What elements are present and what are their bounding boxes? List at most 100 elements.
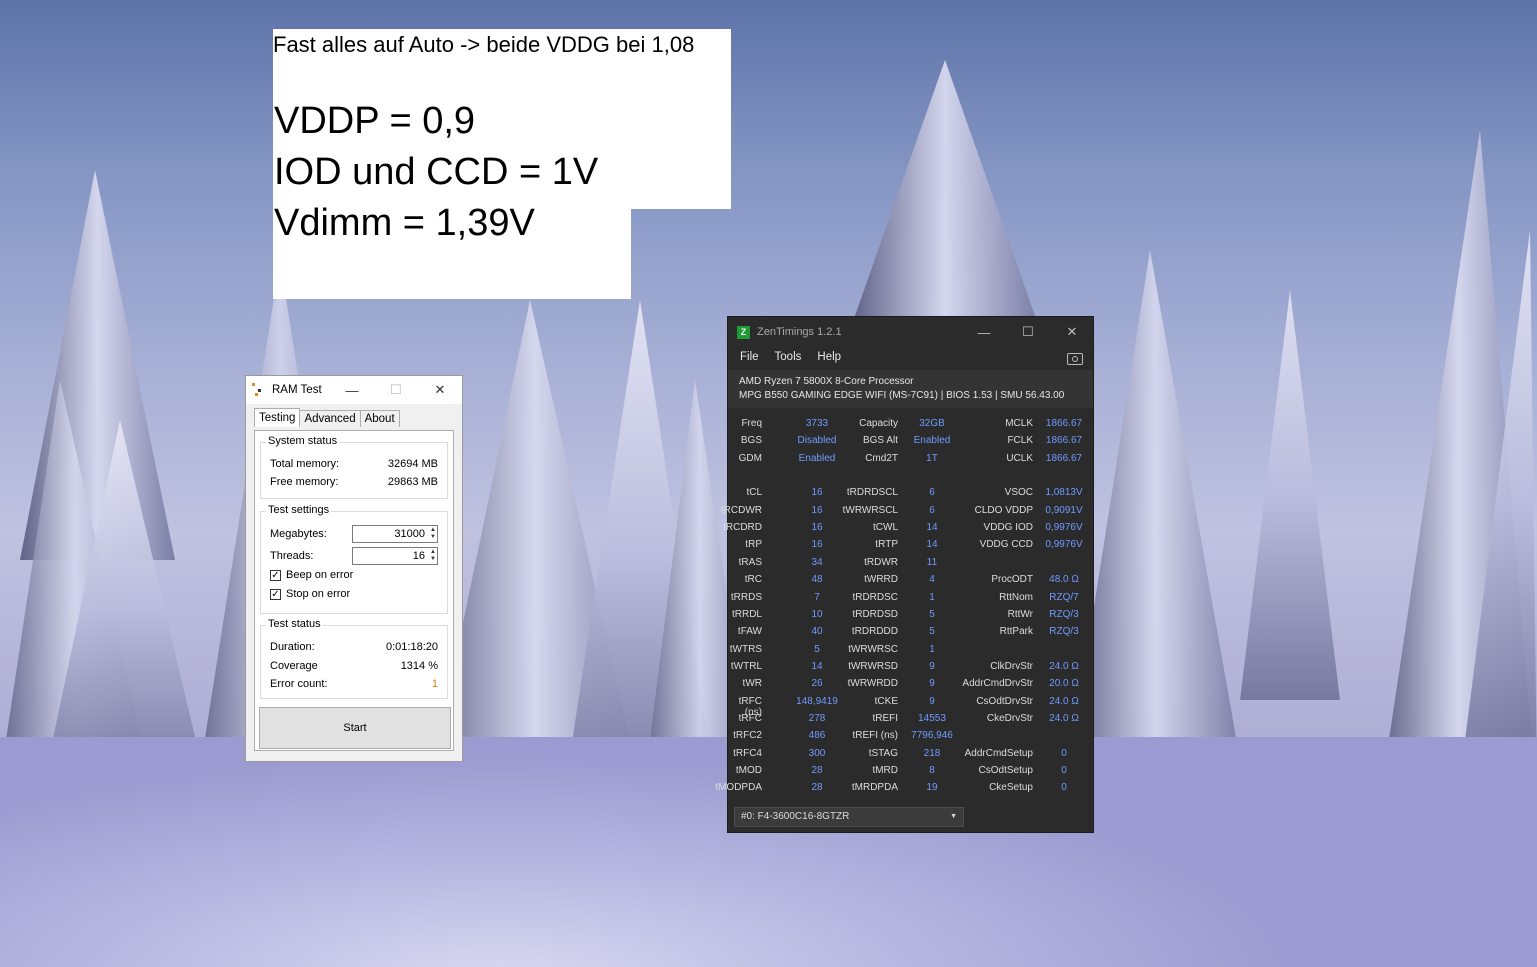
timing-value: 0 xyxy=(1061,765,1067,776)
timing-value: 10 xyxy=(811,609,823,620)
timing-label: tWRWRDD xyxy=(847,678,898,689)
memory-module-value: #0: F4-3600C16-8GTZR xyxy=(741,811,850,822)
menu-help[interactable]: Help xyxy=(817,351,841,363)
test-status-label: Test status xyxy=(266,618,323,630)
timing-value: 300 xyxy=(808,748,826,759)
tab-advanced[interactable]: Advanced xyxy=(299,410,361,427)
testing-panel: System status Total memory: 32694 MB Fre… xyxy=(254,430,454,751)
system-status-label: System status xyxy=(266,435,340,447)
error-count-label: Error count: xyxy=(270,678,328,690)
timing-label: tMODPDA xyxy=(715,782,762,793)
timing-label: BGS xyxy=(740,435,762,446)
timing-label: BGS Alt xyxy=(862,435,898,446)
memory-module-select[interactable]: #0: F4-3600C16-8GTZR ▼ xyxy=(734,807,964,827)
timing-value: 0,9091V xyxy=(1045,505,1083,516)
timing-label: AddrCmdSetup xyxy=(964,748,1033,759)
timing-label: tRDRDSD xyxy=(852,609,898,620)
maximize-button[interactable]: ☐ xyxy=(374,376,418,404)
duration-value: 0:01:18:20 xyxy=(386,641,438,653)
zentimings-logo-icon: Z xyxy=(737,325,750,339)
ramtest-titlebar[interactable]: RAM Test — ☐ ✕ xyxy=(246,376,462,404)
timing-value: 14 xyxy=(926,522,938,533)
start-button[interactable]: Start xyxy=(259,707,451,749)
timing-label: tWRWRSCL xyxy=(842,505,898,516)
timing-value: 34 xyxy=(811,557,823,568)
timing-value: 1 xyxy=(929,644,935,655)
timing-label: RttWr xyxy=(1007,609,1033,620)
timing-label: Capacity xyxy=(859,418,898,429)
timing-value: 9 xyxy=(929,696,935,707)
close-button[interactable]: ✕ xyxy=(418,376,462,404)
close-button[interactable]: ✕ xyxy=(1050,317,1094,347)
timing-label: Cmd2T xyxy=(865,453,898,464)
timing-label: RttPark xyxy=(999,626,1033,637)
timing-label: CsOdtSetup xyxy=(978,765,1033,776)
timing-label: AddrCmdDrvStr xyxy=(962,678,1033,689)
timing-value: 40 xyxy=(811,626,823,637)
timing-label: tRCDWR xyxy=(720,505,762,516)
ramtest-title: RAM Test xyxy=(272,384,322,396)
timing-value: 16 xyxy=(811,522,823,533)
minimize-button[interactable]: — xyxy=(962,317,1006,347)
timing-value: 24.0 Ω xyxy=(1049,696,1079,707)
timing-value: 1866.67 xyxy=(1045,435,1083,446)
timing-value: 5 xyxy=(929,609,935,620)
timing-value: 48 xyxy=(811,574,823,585)
maximize-button[interactable]: ☐ xyxy=(1006,317,1050,347)
timing-label: tMRDPDA xyxy=(851,782,898,793)
timing-label: tRFC2 xyxy=(733,730,762,741)
threads-value: 16 xyxy=(412,550,425,562)
checkmark-icon: ✓ xyxy=(270,588,281,600)
screenshot-camera-icon[interactable] xyxy=(1067,353,1083,365)
beep-on-error-checkbox[interactable]: ✓ Beep on error xyxy=(270,569,353,581)
stop-on-error-checkbox[interactable]: ✓ Stop on error xyxy=(270,588,350,600)
timing-label: tRDRDDD xyxy=(851,626,898,637)
timing-value: 148,9419 xyxy=(796,696,838,707)
coverage-value: 1314 % xyxy=(400,660,438,672)
tab-about[interactable]: About xyxy=(359,410,400,427)
timing-value: 1 xyxy=(929,592,935,603)
menu-tools[interactable]: Tools xyxy=(775,351,802,363)
timing-value: 6 xyxy=(929,505,935,516)
cpu-name: AMD Ryzen 7 5800X 8-Core Processor xyxy=(739,376,914,387)
timing-label: ClkDrvStr xyxy=(990,661,1033,672)
zentimings-title: ZenTimings 1.2.1 xyxy=(757,326,842,338)
board-info: MPG B550 GAMING EDGE WIFI (MS-7C91) | BI… xyxy=(739,390,1065,401)
timing-value: 9 xyxy=(929,661,935,672)
timing-value: 218 xyxy=(923,748,941,759)
timing-value: 28 xyxy=(811,765,823,776)
timing-value: 486 xyxy=(808,730,826,741)
test-status-group: Test status Duration: 0:01:18:20 Coverag… xyxy=(260,618,448,699)
error-count-value: 1 xyxy=(431,678,438,690)
free-memory-row: Free memory: 29863 MB xyxy=(270,476,438,488)
megabytes-input[interactable]: 31000 ▲ ▼ xyxy=(352,525,438,543)
note-line-2: VDDP = 0,9 xyxy=(274,100,476,142)
minimize-button[interactable]: — xyxy=(330,376,374,404)
timing-label: UCLK xyxy=(1006,453,1033,464)
menu-bar: File Tools Help xyxy=(740,351,857,363)
zentimings-titlebar[interactable]: Z ZenTimings 1.2.1 — ☐ ✕ xyxy=(728,317,1093,347)
timing-value: 14553 xyxy=(918,713,946,724)
timing-label: MCLK xyxy=(1005,418,1033,429)
timing-label: tFAW xyxy=(737,626,762,637)
timing-value: Disabled xyxy=(797,435,837,446)
menu-file[interactable]: File xyxy=(740,351,759,363)
threads-input[interactable]: 16 ▲ ▼ xyxy=(352,547,438,565)
timing-value: 278 xyxy=(808,713,826,724)
timing-label: tWTRL xyxy=(730,661,762,672)
megabytes-spinner-icon[interactable]: ▲ ▼ xyxy=(428,527,436,541)
timing-value: 26 xyxy=(811,678,823,689)
timing-value: 48.0 Ω xyxy=(1049,574,1079,585)
tab-testing[interactable]: Testing xyxy=(254,408,301,427)
timing-value: 24.0 Ω xyxy=(1049,713,1079,724)
threads-spinner-icon[interactable]: ▲ ▼ xyxy=(428,549,436,563)
chevron-down-icon: ▼ xyxy=(950,813,957,820)
note-line-4: Vdimm = 1,39V xyxy=(274,202,535,244)
checkmark-icon: ✓ xyxy=(270,569,281,581)
timing-value: 16 xyxy=(811,505,823,516)
timing-label: tWR xyxy=(742,678,762,689)
timing-value: 5 xyxy=(929,626,935,637)
timing-value: 24.0 Ω xyxy=(1049,661,1079,672)
timing-value: 14 xyxy=(926,539,938,550)
timing-label: tCKE xyxy=(874,696,898,707)
